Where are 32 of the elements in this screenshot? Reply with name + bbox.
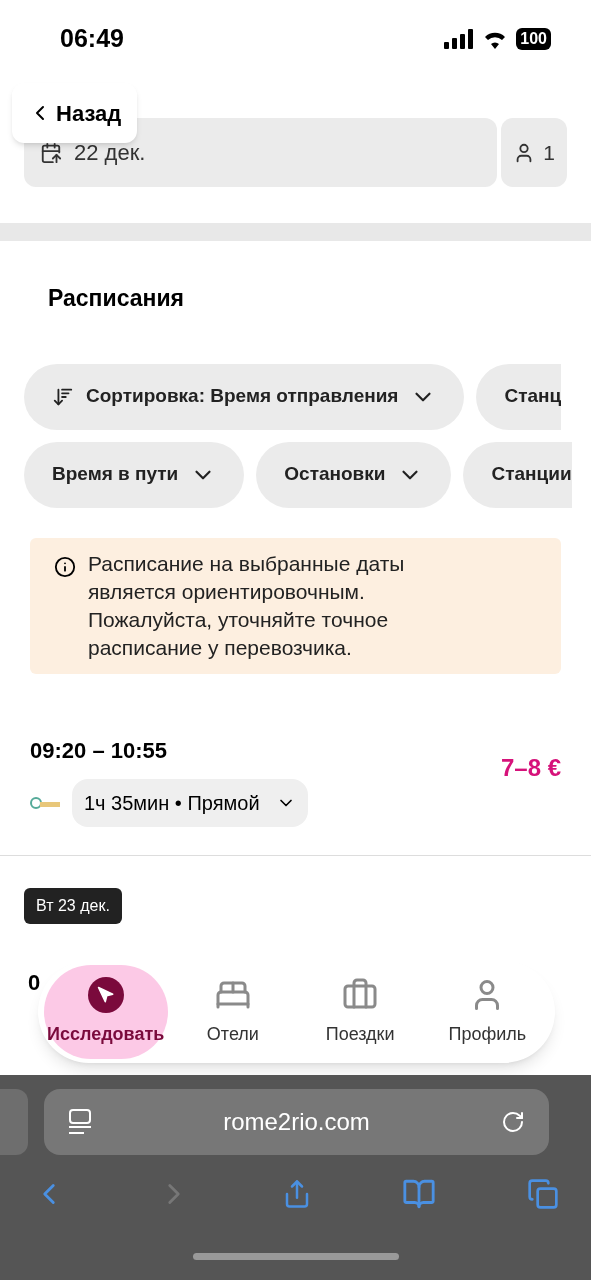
operator-logo-icon — [30, 795, 60, 810]
address-bar[interactable]: rome2rio.com — [44, 1089, 549, 1155]
passenger-count: 1 — [543, 139, 555, 166]
reader-icon — [68, 1109, 92, 1135]
day-badge: Вт 23 дек. — [24, 887, 122, 924]
filter-chip[interactable]: Станц — [476, 363, 562, 430]
status-time: 06:49 — [60, 23, 124, 55]
notice-text: Расписание на выбранные даты является ориентировочным. Пожалуйста, уточняйте точное расписание у перевозчика. — [88, 550, 406, 661]
nav-tab[interactable]: Отели — [170, 965, 295, 1059]
battery-indicator: 100 — [516, 28, 551, 50]
section-title: Расписания — [47, 284, 185, 313]
previous-tab-preview[interactable] — [0, 1089, 28, 1155]
trip-details-button[interactable]: 1ч 35мин • Прямой — [72, 778, 308, 827]
filter-chip[interactable]: Время в пути — [24, 441, 245, 508]
trip-times: 0 — [28, 968, 41, 997]
back-button[interactable]: Назад — [12, 83, 138, 143]
tabs-icon[interactable] — [527, 1178, 559, 1210]
filter-chip[interactable]: Остановки — [256, 441, 452, 508]
trip-price: 7–8 € — [500, 752, 561, 783]
nav-tab[interactable]: Профиль — [425, 965, 550, 1059]
reload-icon — [501, 1110, 525, 1134]
calendar-icon — [40, 141, 62, 164]
info-icon — [54, 555, 76, 578]
nav-tab[interactable]: Поездки — [298, 965, 423, 1059]
passengers-field[interactable]: 1 — [501, 118, 567, 187]
trip-times: 09:20 – 10:55 — [30, 736, 168, 765]
bookmarks-icon[interactable] — [402, 1177, 437, 1211]
filter-chip[interactable]: Сортировка: Время отправления — [24, 363, 465, 430]
signal-icon — [444, 29, 475, 49]
filter-chip[interactable]: Станции — [463, 441, 572, 508]
url-text: rome2rio.com — [223, 1107, 370, 1137]
nav-tab[interactable]: Исследовать — [43, 965, 168, 1059]
